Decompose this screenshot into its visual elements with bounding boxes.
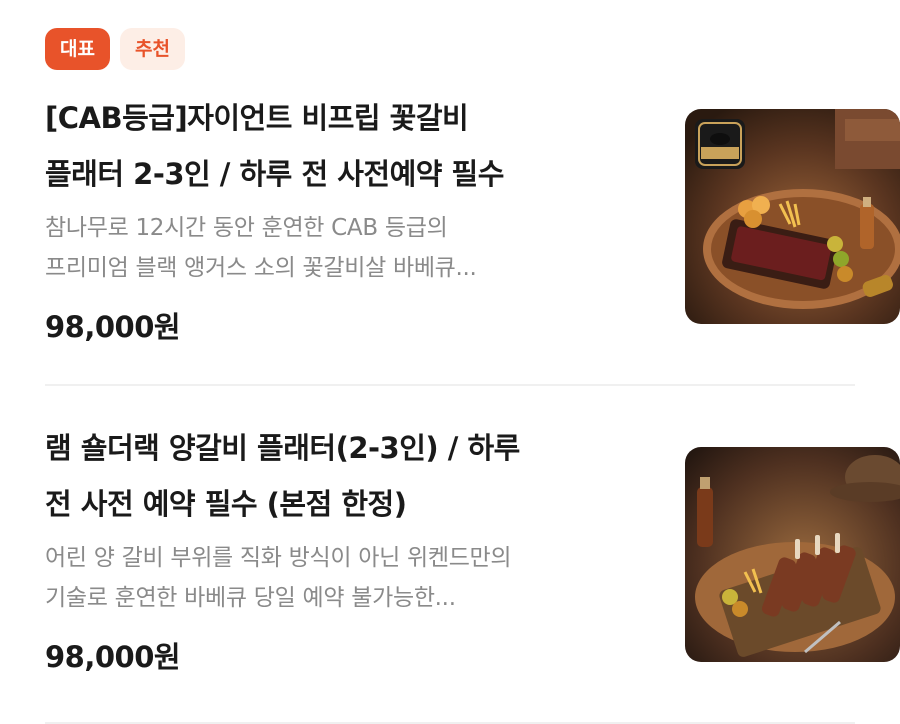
item-title: [CAB등급]자이언트 비프립 꽃갈비 플래터 2-3인 / 하루 전 사전예약… <box>45 90 615 202</box>
item-text: [CAB등급]자이언트 비프립 꽃갈비 플래터 2-3인 / 하루 전 사전예약… <box>45 90 615 346</box>
item-title-line-2: 플래터 2-3인 / 하루 전 사전예약 필수 <box>45 157 504 191</box>
item-title-line-2: 전 사전 예약 필수 (본점 한정) <box>45 487 407 521</box>
item-title: 램 숄더랙 양갈비 플래터(2-3인) / 하루 전 사전 예약 필수 (본점 … <box>45 420 615 532</box>
item-thumbnail-lamb[interactable] <box>685 447 900 662</box>
item-description: 어린 양 갈비 부위를 직화 방식이 아닌 위켄드만의 기술로 훈연한 바베큐 … <box>45 538 615 618</box>
recommend-badge: 추천 <box>119 28 185 70</box>
item-description-line-1: 참나무로 12시간 동안 훈연한 CAB 등급의 <box>45 215 448 241</box>
item-thumbnail-beef[interactable] <box>685 109 900 324</box>
item-price: 98,000원 <box>45 640 181 674</box>
item-price: 98,000원 <box>45 310 181 344</box>
item-description: 참나무로 12시간 동안 훈연한 CAB 등급의 프리미엄 블랙 앵거스 소의 … <box>45 208 615 288</box>
item-title-line-1: 램 숄더랙 양갈비 플래터(2-3인) / 하루 <box>45 431 520 465</box>
item-description-line-2: 기술로 훈연한 바베큐 당일 예약 불가능한... <box>45 585 456 611</box>
item-description-line-1: 어린 양 갈비 부위를 직화 방식이 아닌 위켄드만의 <box>45 545 512 571</box>
menu-item-lamb-rack-platter[interactable]: 램 숄더랙 양갈비 플래터(2-3인) / 하루 전 사전 예약 필수 (본점 … <box>45 420 900 676</box>
item-title-line-1: [CAB등급]자이언트 비프립 꽃갈비 <box>45 101 469 135</box>
item-description-line-2: 프리미엄 블랙 앵거스 소의 꽃갈비살 바베큐... <box>45 255 477 281</box>
item-text: 램 숄더랙 양갈비 플래터(2-3인) / 하루 전 사전 예약 필수 (본점 … <box>45 420 615 676</box>
item-divider <box>45 384 855 386</box>
menu-item-beef-rib-platter[interactable]: 대표 추천 [CAB등급]자이언트 비프립 꽃갈비 플래터 2-3인 / 하루 … <box>45 28 900 346</box>
badge-group: 대표 추천 <box>45 28 855 70</box>
signature-badge: 대표 <box>45 28 110 70</box>
